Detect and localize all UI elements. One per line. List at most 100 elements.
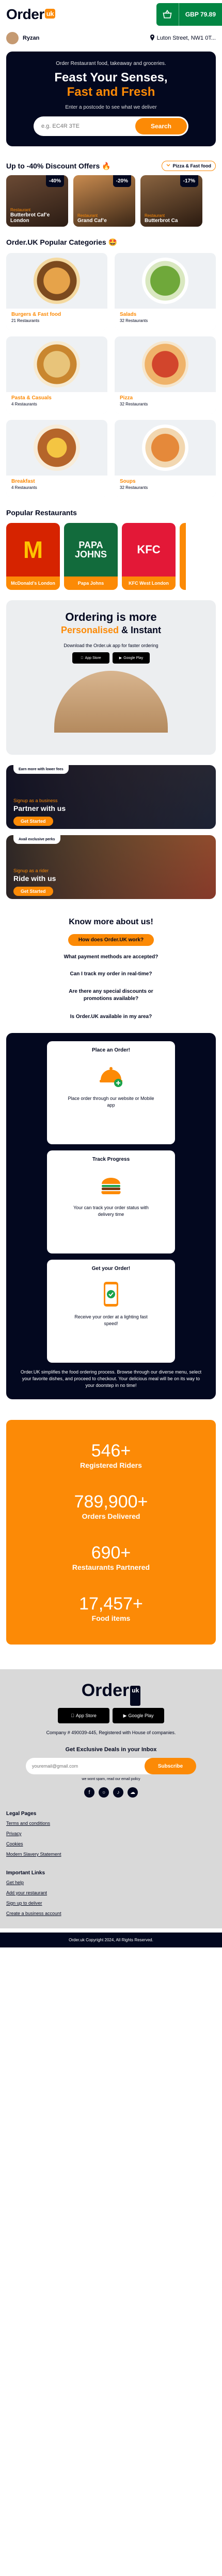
location-text: Luton Street, NW1 0T... bbox=[156, 35, 216, 41]
offers-list: -40% Restaurant Butterbrot Caf’e London … bbox=[0, 175, 222, 227]
postcode-search: Search bbox=[34, 116, 188, 136]
category-count: 32 Restaurants bbox=[120, 318, 148, 323]
categories-grid: Burgers & Fast food 21 Restaurants Salad… bbox=[0, 253, 222, 497]
order-icon bbox=[97, 1061, 125, 1090]
legal-link[interactable]: Cookies bbox=[6, 1841, 216, 1846]
offer-discount: -17% bbox=[180, 175, 198, 187]
faq-item[interactable]: Can I track my order in real-time? bbox=[60, 968, 163, 980]
stat-item: 789,900+ Orders Delivered bbox=[6, 1481, 216, 1532]
app-store-button[interactable]:  App Store bbox=[72, 652, 109, 664]
email-field[interactable] bbox=[26, 1764, 145, 1769]
offer-name: Grand Caf’e bbox=[77, 218, 107, 224]
offer-caption: Restaurant Grand Caf’e bbox=[77, 213, 107, 224]
category-card[interactable]: Salads 32 Restaurants bbox=[115, 253, 216, 330]
google-play-label: Google Play bbox=[123, 656, 144, 660]
facebook-icon[interactable]: f bbox=[84, 1787, 94, 1798]
partner-banner: Earn more with lower fees Signup as a bu… bbox=[6, 765, 216, 829]
search-button[interactable]: Search bbox=[135, 118, 187, 134]
promo-subtitle-rest: & Instant bbox=[121, 625, 162, 635]
step-desc: Your can track your order status with de… bbox=[73, 1205, 149, 1217]
restaurants-list: M McDonald’s London PAPA JOHNS Papa John… bbox=[0, 523, 222, 590]
legal-link[interactable]: Terms and conditions bbox=[6, 1821, 216, 1826]
user-profile[interactable]: Ryzan bbox=[6, 32, 39, 44]
faq-item[interactable]: How does Order.UK work? bbox=[68, 934, 154, 946]
offer-name: Butterbrot Ca bbox=[145, 218, 178, 224]
subscribe-button[interactable]: Subscribe bbox=[145, 1758, 196, 1774]
faq-item[interactable]: Are there any special discounts or promo… bbox=[49, 985, 173, 1006]
banner-kicker: Signup as a business bbox=[13, 798, 58, 803]
promo-photo bbox=[54, 671, 168, 733]
offer-card[interactable]: -20% Restaurant Grand Caf’e bbox=[73, 175, 135, 227]
restaurant-name: McDonald’s London bbox=[6, 577, 60, 590]
restaurant-card[interactable]: KFC KFC West London bbox=[122, 523, 176, 590]
offer-card[interactable]: -17% Restaurant Butterbrot Ca bbox=[140, 175, 202, 227]
offer-card[interactable]: -40% Restaurant Butterbrot Caf’e London bbox=[6, 175, 68, 227]
important-title: Important Links bbox=[6, 1870, 45, 1876]
important-link[interactable]: Sign up to deliver bbox=[6, 1901, 216, 1906]
postcode-input[interactable] bbox=[35, 123, 135, 129]
copyright: Order.uk Copyright 2024, All Rights Rese… bbox=[0, 1933, 222, 1947]
cart-button[interactable]: GBP 79.89 bbox=[156, 3, 222, 26]
mcdonalds-logo: M bbox=[6, 523, 60, 577]
promo-subtitle: Personalised & Instant bbox=[61, 625, 161, 636]
restaurant-name: KFC West London bbox=[122, 577, 176, 590]
legal-link[interactable]: Modern Slavery Statement bbox=[6, 1852, 216, 1857]
location[interactable]: Luton Street, NW1 0T... bbox=[150, 34, 216, 42]
category-image bbox=[6, 336, 107, 392]
faq-item[interactable]: Is Order.UK available in my area? bbox=[60, 1011, 162, 1023]
restaurant-card[interactable]: M McDonald’s London bbox=[6, 523, 60, 590]
category-card[interactable]: Breakfast 4 Restaurants bbox=[6, 420, 107, 497]
tiktok-icon[interactable]: ♪ bbox=[113, 1787, 123, 1798]
important-link[interactable]: Get help bbox=[6, 1880, 216, 1885]
hero: Order Restaurant food, takeaway and groc… bbox=[6, 52, 216, 146]
footer-logo[interactable]: Order uk bbox=[6, 1681, 216, 1706]
google-play-button[interactable]: ▶ Google Play bbox=[113, 1708, 164, 1723]
banner-title: Ride with us bbox=[13, 874, 56, 883]
offers-filter[interactable]: Pizza & Fast food bbox=[162, 161, 216, 171]
offer-type: Restaurant bbox=[145, 213, 165, 218]
snapchat-icon[interactable]: ☁ bbox=[128, 1787, 138, 1798]
step-title: Place an Order! bbox=[92, 1047, 130, 1053]
banner-pill: Avail exclusive perks bbox=[13, 835, 60, 844]
category-card[interactable]: Burgers & Fast food 21 Restaurants bbox=[6, 253, 107, 330]
category-card[interactable]: Pasta & Casuals 4 Restaurants bbox=[6, 336, 107, 414]
category-image bbox=[115, 420, 216, 476]
stat-item: 690+ Restaurants Partnered bbox=[6, 1532, 216, 1583]
hero-title: Feast Your Senses, Fast and Fresh bbox=[14, 71, 208, 99]
google-play-button[interactable]: ▶ Google Play bbox=[113, 652, 150, 664]
category-image bbox=[6, 420, 107, 476]
restaurant-card[interactable]: PAPA JOHNS Papa Johns bbox=[64, 523, 118, 590]
top-bar: Order uk GBP 79.89 bbox=[0, 0, 222, 29]
app-store-button[interactable]:  App Store bbox=[58, 1708, 109, 1723]
partner-get-started-button[interactable]: Get Started bbox=[13, 817, 53, 826]
category-info: Burgers & Fast food 21 Restaurants bbox=[6, 309, 107, 330]
category-card[interactable]: Pizza 32 Restaurants bbox=[115, 336, 216, 414]
apple-icon:  bbox=[71, 1713, 74, 1718]
hero-subtitle: Enter a postcode to see what we deliver bbox=[65, 105, 157, 110]
instagram-icon[interactable]: ○ bbox=[99, 1787, 109, 1798]
stat-value: 17,457+ bbox=[79, 1594, 143, 1614]
faq-item[interactable]: What payment methods are accepted? bbox=[54, 951, 169, 963]
restaurants-title: Popular Restaurants bbox=[6, 509, 77, 517]
category-image bbox=[115, 253, 216, 309]
step-title: Track Progress bbox=[92, 1157, 130, 1162]
category-name: Breakfast bbox=[11, 479, 35, 484]
category-info: Breakfast 4 Restaurants bbox=[6, 476, 107, 497]
logo[interactable]: Order uk bbox=[6, 6, 55, 23]
offer-type: Restaurant bbox=[10, 208, 31, 212]
important-link[interactable]: Add your restaurant bbox=[6, 1890, 216, 1895]
apple-icon:  bbox=[81, 656, 83, 660]
category-image bbox=[115, 336, 216, 392]
rider-get-started-button[interactable]: Get Started bbox=[13, 887, 53, 896]
categories-title: Order.UK Popular Categories 🤩 bbox=[6, 238, 118, 246]
important-link[interactable]: Create a business account bbox=[6, 1911, 216, 1916]
spam-note: we wont spam, read our email policy bbox=[82, 1777, 140, 1781]
user-name: Ryzan bbox=[23, 35, 40, 41]
stat-item: 17,457+ Food items bbox=[6, 1583, 216, 1634]
about-description: Order.UK simplifies the food ordering pr… bbox=[20, 1369, 202, 1388]
phone-check-icon bbox=[97, 1280, 125, 1309]
legal-link[interactable]: Privacy bbox=[6, 1831, 216, 1836]
category-info: Pizza 32 Restaurants bbox=[115, 392, 216, 414]
category-name: Pizza bbox=[120, 395, 133, 401]
category-card[interactable]: Soups 32 Restaurants bbox=[115, 420, 216, 497]
